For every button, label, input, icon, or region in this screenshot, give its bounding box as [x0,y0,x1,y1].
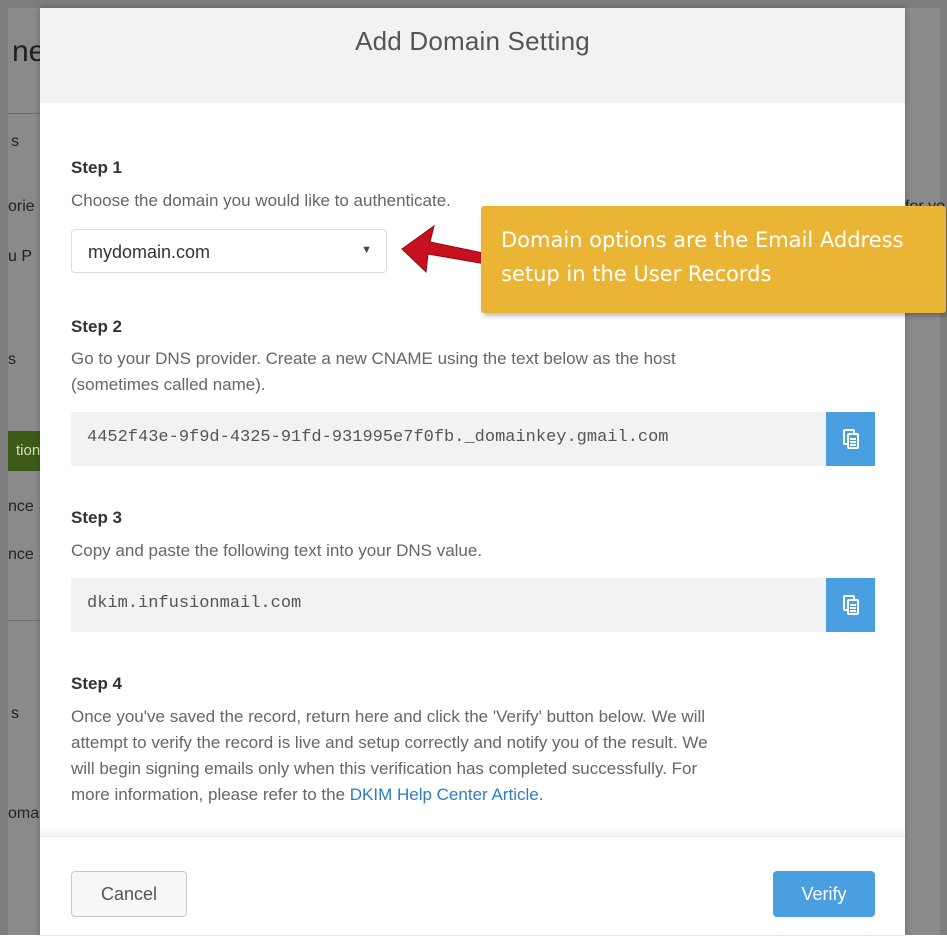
annotation-arrow-icon [401,224,489,274]
body-scroll-shadow [40,826,905,836]
caret-down-icon: ▼ [361,244,372,256]
background-text-fragment: orie [8,198,35,215]
background-text-fragment: nce [8,498,34,515]
step4-description-line4: more information, please refer to the DK… [71,783,543,807]
step4-line4-prefix: more information, please refer to the [71,785,350,804]
dkim-help-link[interactable]: DKIM Help Center Article [350,785,539,804]
add-domain-modal: Add Domain Setting Step 1 Choose the dom… [40,8,905,935]
step4-description-line2: attempt to verify the record is live and… [71,733,708,752]
step1-title: Step 1 [71,158,123,177]
background-text-fragment: s [8,351,16,368]
copy-icon [842,429,859,449]
cancel-button[interactable]: Cancel [71,871,187,917]
dns-value-field[interactable]: dkim.infusionmail.com [71,578,826,632]
domain-select-value: mydomain.com [88,242,211,262]
modal-title: Add Domain Setting [355,26,590,56]
background-text-fragment: nce [8,546,34,563]
background-text-fragment: oma [8,805,40,822]
copy-host-button[interactable] [826,412,875,466]
modal-header: Add Domain Setting [40,8,905,103]
cname-host-value: 4452f43e-9f9d-4325-91fd-931995e7f0fb._do… [87,428,669,447]
background-divider [8,620,40,621]
annotation-callout: Domain options are the Email Address set… [481,206,946,313]
step2-description-line2: (sometimes called name). [71,375,266,394]
step1-description: Choose the domain you would like to auth… [71,191,451,210]
background-divider [8,113,40,114]
copy-value-button[interactable] [826,578,875,632]
step4-title: Step 4 [71,674,123,693]
background-text-fragment: s [11,133,19,150]
background-green-button: tion [8,431,40,471]
step2-title: Step 2 [71,317,123,336]
step4-description-line3: will begin signing emails only when this… [71,759,698,778]
callout-line1: Domain options are the Email Address [501,228,904,252]
callout-line2: setup in the User Records [501,262,772,286]
cname-host-field[interactable]: 4452f43e-9f9d-4325-91fd-931995e7f0fb._do… [71,412,826,466]
dns-value-text: dkim.infusionmail.com [87,594,302,613]
modal-footer: Cancel Verify [40,836,905,936]
step4-description-line1: Once you've saved the record, return her… [71,707,706,726]
domain-select[interactable]: mydomain.com ▼ [71,229,387,273]
verify-button[interactable]: Verify [773,871,875,917]
copy-icon [842,595,859,615]
step3-description: Copy and paste the following text into y… [71,541,483,560]
step3-title: Step 3 [71,508,123,527]
background-text-fragment: s [11,705,19,722]
step4-line4-suffix: . [538,785,544,804]
step2-description-line1: Go to your DNS provider. Create a new CN… [71,349,676,368]
background-text-fragment: u P [8,248,33,265]
